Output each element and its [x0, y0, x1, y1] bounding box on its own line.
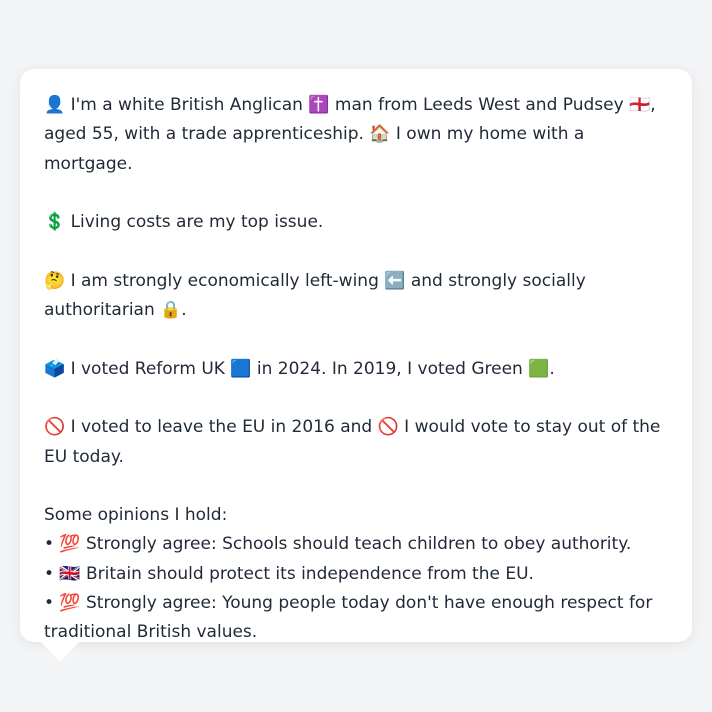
opinion-item: • 💯 Strongly agree: Young people today d… [44, 593, 653, 643]
profile-voting-history: 🗳️ I voted Reform UK 🟦 in 2024. In 2019,… [44, 358, 555, 379]
message-text: 👤 I'm a white British Anglican ✝️ man fr… [44, 91, 668, 648]
message-bubble: 👤 I'm a white British Anglican ✝️ man fr… [20, 69, 692, 642]
opinions-heading: Some opinions I hold: [44, 505, 228, 526]
bubble-tail [40, 641, 80, 662]
opinion-item: • 🇬🇧 Britain should protect its independ… [44, 563, 534, 584]
profile-ideology: 🤔 I am strongly economically left-wing ⬅… [44, 270, 586, 321]
profile-identity: 👤 I'm a white British Anglican ✝️ man fr… [44, 95, 656, 174]
profile-top-issue: 💲 Living costs are my top issue. [44, 212, 324, 233]
opinion-item: • 💯 Strongly agree: Schools should teach… [44, 534, 632, 555]
profile-eu-stance: 🚫 I voted to leave the EU in 2016 and 🚫 … [44, 417, 661, 467]
